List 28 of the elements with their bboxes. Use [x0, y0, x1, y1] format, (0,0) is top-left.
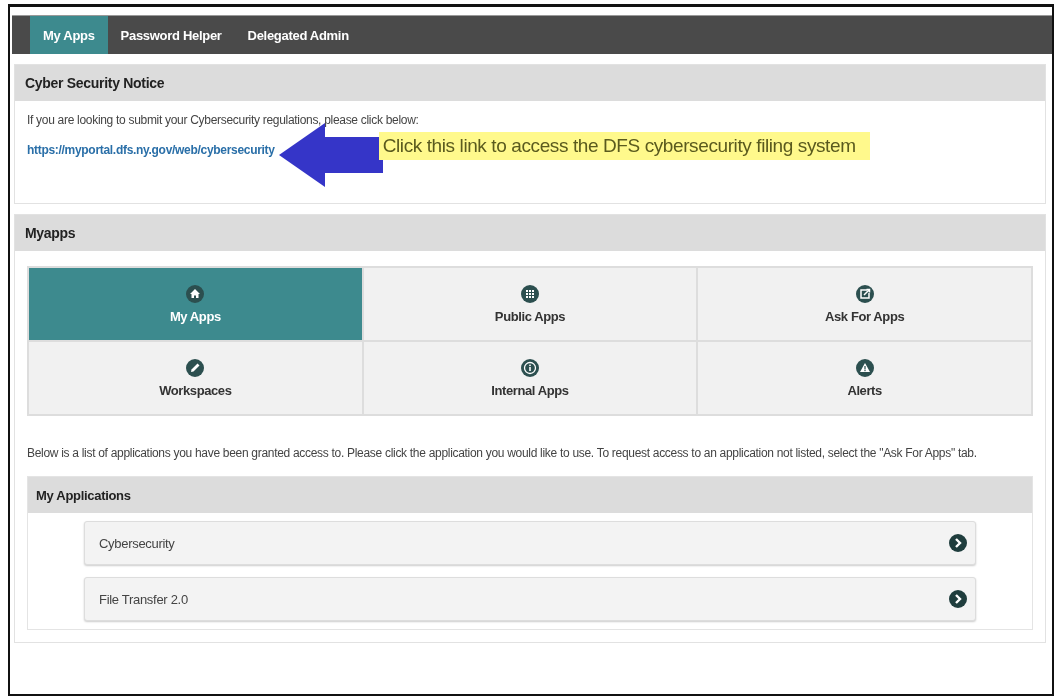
home-icon	[186, 284, 205, 303]
grid-icon	[521, 284, 539, 303]
application-name: File Transfer 2.0	[99, 591, 188, 607]
callout-note: Click this link to access the DFS cybersecurity filing system	[378, 132, 870, 160]
cybersecurity-link[interactable]: https://myportal.dfs.ny.gov/web/cybersecurity	[27, 143, 275, 157]
app-tab[interactable]: Internal Apps	[362, 341, 698, 415]
panel-title: Myapps	[25, 225, 76, 241]
notice-text: If you are looking to submit your Cybersecurity regulations, please click below:	[27, 112, 420, 129]
app-tab[interactable]: Public Apps	[362, 267, 698, 341]
chevron-right-icon	[949, 534, 967, 552]
app-tab[interactable]: Workspaces	[28, 341, 363, 415]
intro-text: Below is a list of applications you have been granted access to. Please click the application you would like to use. To request access to an application not listed, select the "Ask For Apps" tab.	[27, 445, 978, 462]
application-item[interactable]: Cybersecurity	[84, 521, 976, 565]
panel-title: Cyber Security Notice	[25, 75, 165, 91]
nav-tab[interactable]: Delegated Admin	[234, 16, 362, 54]
nav-tab[interactable]: My Apps	[30, 16, 108, 54]
app-tab[interactable]: My Apps	[28, 267, 363, 341]
chevron-right-icon	[949, 590, 967, 608]
pencil-icon	[186, 358, 205, 377]
app-tab[interactable]: Ask For Apps	[697, 267, 1032, 341]
application-name: Cybersecurity	[99, 535, 175, 551]
nav-tab[interactable]: Password Helper	[107, 16, 235, 54]
app-tab[interactable]: Alerts	[697, 341, 1032, 415]
applications-title: My Applications	[36, 487, 131, 503]
application-item[interactable]: File Transfer 2.0	[84, 577, 976, 621]
info-icon	[521, 358, 539, 377]
warning-icon	[855, 358, 874, 377]
share-icon	[855, 284, 874, 303]
